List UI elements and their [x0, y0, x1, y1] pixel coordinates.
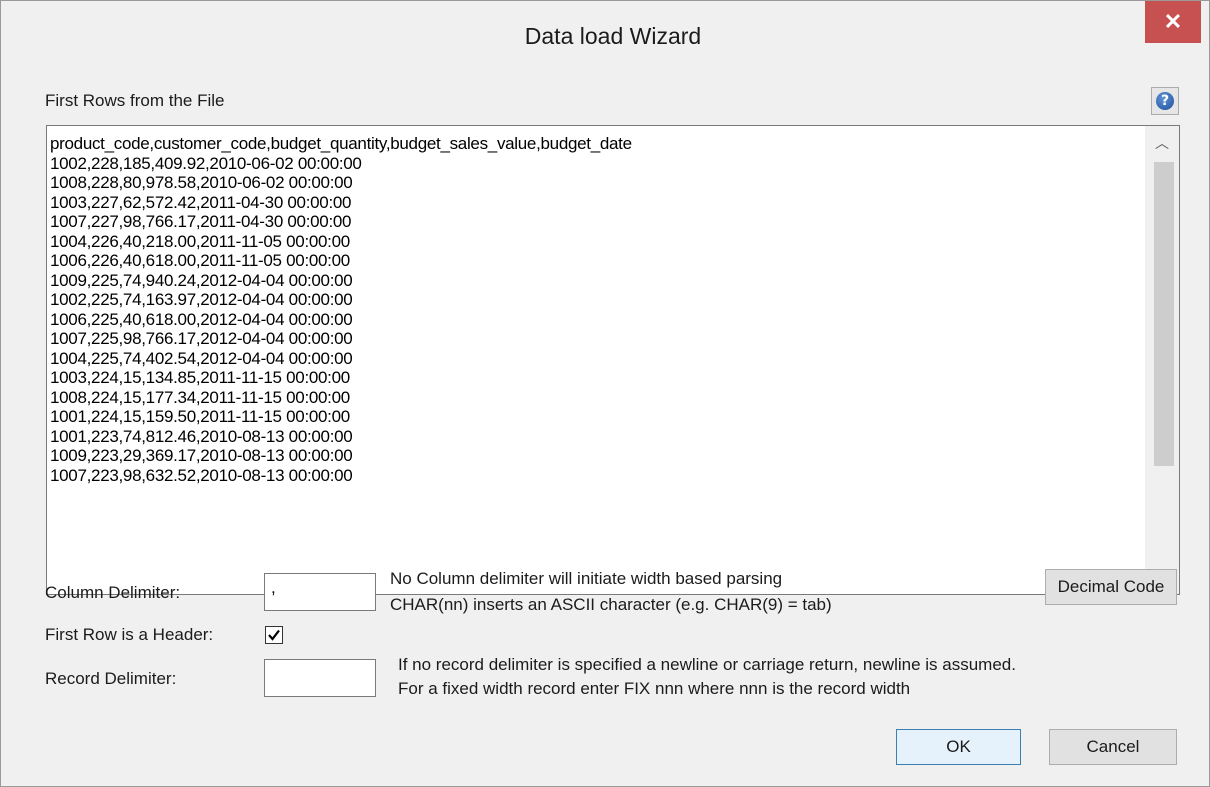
- preview-line: 1009,225,74,940.24,2012-04-04 00:00:00: [50, 270, 353, 290]
- header-row-checkbox[interactable]: [265, 626, 283, 644]
- dialog-title: Data load Wizard: [524, 23, 702, 49]
- help-button[interactable]: ?: [1151, 87, 1179, 115]
- preview-line: 1004,226,40,218.00,2011-11-05 00:00:00: [50, 231, 350, 251]
- decimal-code-button[interactable]: Decimal Code: [1045, 569, 1177, 605]
- record-delimiter-hint-2: For a fixed width record enter FIX nnn w…: [398, 679, 911, 698]
- ok-button[interactable]: OK: [896, 729, 1021, 765]
- column-delimiter-hint-2: CHAR(nn) inserts an ASCII character (e.g…: [390, 595, 832, 614]
- preview-line: 1008,228,80,978.58,2010-06-02 00:00:00: [50, 173, 353, 192]
- column-delimiter-label: Column Delimiter:: [45, 583, 181, 602]
- dialog-content: First Rows from the File ? product_code,…: [11, 77, 1199, 777]
- column-delimiter-hint-1: No Column delimiter will initiate width …: [390, 569, 783, 588]
- cancel-button[interactable]: Cancel: [1049, 729, 1177, 765]
- vertical-scrollbar[interactable]: ︿ ﹀: [1145, 126, 1179, 594]
- title-bar: Data load Wizard ✕: [1, 1, 1209, 77]
- preview-line: 1002,228,185,409.92,2010-06-02 00:00:00: [50, 153, 362, 173]
- close-icon: ✕: [1163, 9, 1183, 34]
- preview-line: product_code,customer_code,budget_quanti…: [50, 134, 632, 153]
- data-load-wizard-dialog: Data load Wizard ✕ First Rows from the F…: [0, 0, 1210, 787]
- preview-line: 1007,223,98,632.52,2010-08-13 00:00:00: [50, 465, 353, 485]
- help-icon: ?: [1156, 92, 1174, 110]
- preview-line: 1003,227,62,572.42,2011-04-30 00:00:00: [50, 192, 352, 212]
- preview-lines: product_code,customer_code,budget_quanti…: [50, 134, 1150, 485]
- checkmark-icon: [268, 629, 280, 641]
- scrollbar-thumb[interactable]: [1154, 162, 1174, 466]
- preview-line: 1003,224,15,134.85,2011-11-15 00:00:00: [50, 368, 350, 387]
- preview-line: 1001,224,15,159.50,2011-11-15 00:00:00: [50, 407, 350, 426]
- preview-line: 1006,225,40,618.00,2012-04-04 00:00:00: [50, 309, 353, 329]
- preview-line: 1004,225,74,402.54,2012-04-04 00:00:00: [50, 348, 353, 368]
- record-delimiter-label: Record Delimiter:: [45, 669, 177, 688]
- preview-line: 1001,223,74,812.46,2010-08-13 00:00:00: [50, 426, 353, 446]
- preview-line: 1007,227,98,766.17,2011-04-30 00:00:00: [50, 212, 352, 231]
- preview-line: 1009,223,29,369.17,2010-08-13 00:00:00: [50, 446, 353, 465]
- preview-line: 1008,224,15,177.34,2011-11-15 00:00:00: [50, 387, 350, 407]
- header-row-label: First Row is a Header:: [45, 625, 214, 644]
- preview-line: 1007,225,98,766.17,2012-04-04 00:00:00: [50, 329, 353, 348]
- record-delimiter-input[interactable]: [264, 659, 376, 697]
- column-delimiter-input[interactable]: ,: [264, 573, 376, 611]
- file-preview-textbox[interactable]: product_code,customer_code,budget_quanti…: [46, 125, 1180, 595]
- scroll-up-icon[interactable]: ︿: [1145, 130, 1179, 156]
- record-delimiter-hint-1: If no record delimiter is specified a ne…: [398, 655, 1016, 674]
- preview-line: 1002,225,74,163.97,2012-04-04 00:00:00: [50, 290, 353, 309]
- close-button[interactable]: ✕: [1145, 1, 1201, 43]
- preview-line: 1006,226,40,618.00,2011-11-05 00:00:00: [50, 251, 350, 270]
- preview-label: First Rows from the File: [45, 91, 225, 110]
